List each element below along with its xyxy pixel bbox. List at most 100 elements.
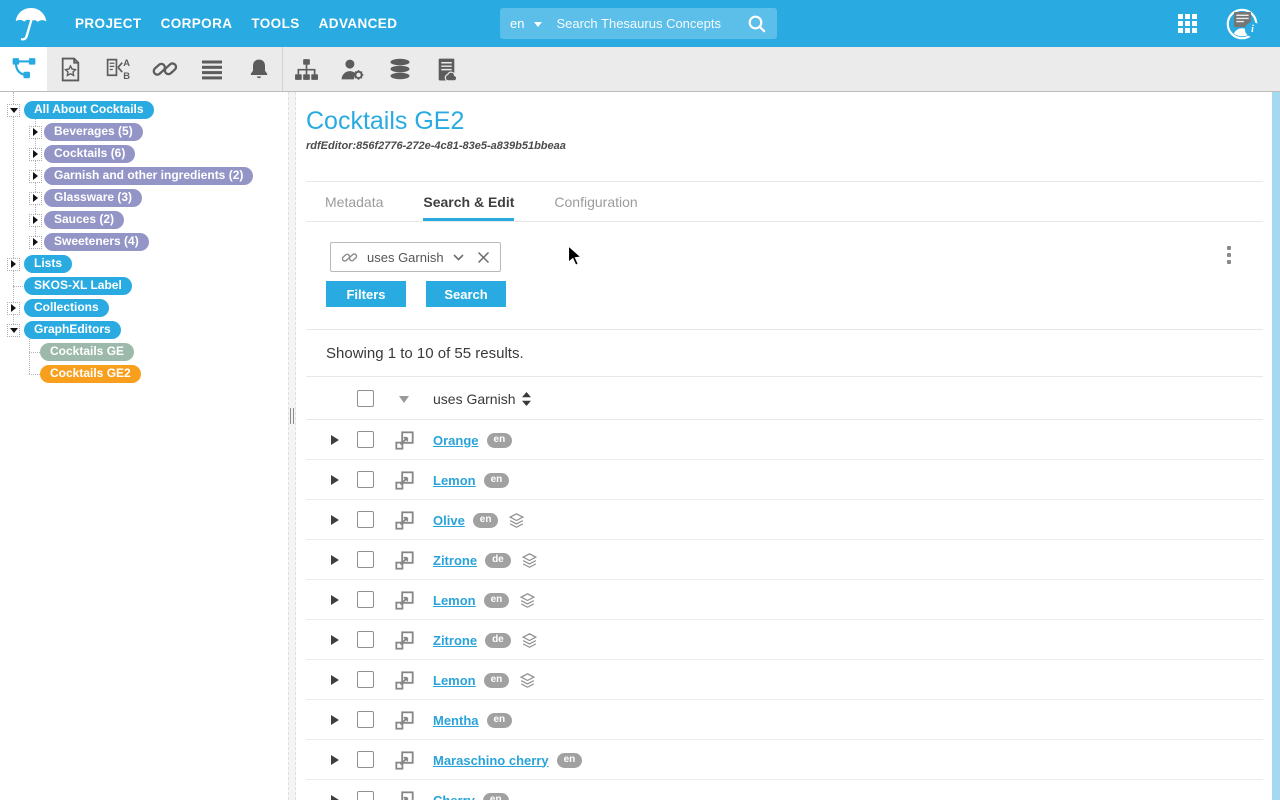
- chevron-down-icon[interactable]: [453, 254, 464, 261]
- filters-button[interactable]: Filters: [326, 281, 406, 307]
- row-checkbox[interactable]: [357, 511, 374, 528]
- tab-search-edit[interactable]: Search & Edit: [423, 182, 514, 221]
- menu-item-advanced[interactable]: ADVANCED: [319, 16, 398, 31]
- tree-expander-closed[interactable]: [29, 192, 42, 205]
- expand-row-icon[interactable]: [331, 795, 339, 800]
- panel-splitter[interactable]: [288, 92, 296, 800]
- sitemap-button[interactable]: [282, 47, 329, 91]
- tree-item-garnish-and-other-ingredients-2[interactable]: Garnish and other ingredients (2): [44, 167, 253, 185]
- row-checkbox[interactable]: [357, 791, 374, 800]
- server-button[interactable]: [423, 47, 470, 91]
- document-star-button[interactable]: [47, 47, 94, 91]
- tree-item-glassware-3[interactable]: Glassware (3): [44, 189, 142, 207]
- database-button[interactable]: [376, 47, 423, 91]
- open-in-graph-icon[interactable]: [394, 550, 415, 571]
- tree-item-sweeteners-4[interactable]: Sweeteners (4): [44, 233, 149, 251]
- concept-link[interactable]: Mentha: [433, 713, 479, 728]
- vertical-scrollbar[interactable]: [1272, 92, 1280, 800]
- expand-row-icon[interactable]: [331, 755, 339, 765]
- row-checkbox[interactable]: [357, 551, 374, 568]
- chevron-down-icon[interactable]: [534, 22, 542, 27]
- layers-icon: [508, 512, 525, 529]
- link-button[interactable]: [141, 47, 188, 91]
- tree-item-grapheditors[interactable]: GraphEditors: [24, 321, 121, 339]
- open-in-graph-icon[interactable]: [394, 710, 415, 731]
- user-settings-button[interactable]: [329, 47, 376, 91]
- tree-item-collections[interactable]: Collections: [24, 299, 109, 317]
- row-checkbox[interactable]: [357, 591, 374, 608]
- expand-row-icon[interactable]: [331, 515, 339, 525]
- concept-link[interactable]: Maraschino cherry: [433, 753, 549, 768]
- menu-item-tools[interactable]: TOOLS: [251, 16, 299, 31]
- tree-item-skos-xl-label[interactable]: SKOS-XL Label: [24, 277, 132, 295]
- tree-expander-closed[interactable]: [29, 148, 42, 161]
- open-in-graph-icon[interactable]: [394, 670, 415, 691]
- bulk-actions-dropdown-icon[interactable]: [399, 396, 409, 403]
- concept-link[interactable]: Orange: [433, 433, 479, 448]
- notifications-button[interactable]: [235, 47, 282, 91]
- document-compare-button[interactable]: AB: [94, 47, 141, 91]
- concept-link[interactable]: Lemon: [433, 673, 476, 688]
- thesaurus-search-input[interactable]: [556, 16, 743, 31]
- language-badge: de: [485, 553, 511, 568]
- tree-expander-open[interactable]: [7, 324, 20, 337]
- concept-link[interactable]: Zitrone: [433, 633, 477, 648]
- open-in-graph-icon[interactable]: [394, 510, 415, 531]
- open-in-graph-icon[interactable]: [394, 750, 415, 771]
- row-checkbox[interactable]: [357, 751, 374, 768]
- concept-link[interactable]: Lemon: [433, 473, 476, 488]
- filter-chip[interactable]: uses Garnish: [330, 242, 501, 272]
- search-button[interactable]: Search: [426, 281, 506, 307]
- open-in-graph-icon[interactable]: [394, 590, 415, 611]
- expand-row-icon[interactable]: [331, 635, 339, 645]
- search-language-selector[interactable]: en: [510, 16, 524, 31]
- tree-item-cocktails-ge2[interactable]: Cocktails GE2: [40, 365, 141, 383]
- expand-row-icon[interactable]: [331, 675, 339, 685]
- row-checkbox[interactable]: [357, 631, 374, 648]
- list-button[interactable]: [188, 47, 235, 91]
- tree-expander-closed[interactable]: [29, 214, 42, 227]
- select-all-checkbox[interactable]: [357, 390, 374, 407]
- tab-configuration[interactable]: Configuration: [554, 182, 637, 221]
- tree-expander-closed[interactable]: [7, 258, 20, 271]
- tree-expander-closed[interactable]: [7, 302, 20, 315]
- expand-row-icon[interactable]: [331, 475, 339, 485]
- search-icon[interactable]: [747, 14, 767, 34]
- expand-row-icon[interactable]: [331, 715, 339, 725]
- concept-link[interactable]: Cherry: [433, 793, 475, 800]
- tree-expander-closed[interactable]: [29, 170, 42, 183]
- open-in-graph-icon[interactable]: [394, 430, 415, 451]
- open-in-graph-icon[interactable]: [394, 790, 415, 800]
- concept-link[interactable]: Lemon: [433, 593, 476, 608]
- info-panel-button[interactable]: i: [1232, 11, 1256, 33]
- tree-item-all-about-cocktails[interactable]: All About Cocktails: [24, 101, 154, 119]
- open-in-graph-icon[interactable]: [394, 470, 415, 491]
- open-in-graph-icon[interactable]: [394, 630, 415, 651]
- sort-icon[interactable]: [522, 392, 531, 406]
- tree-item-beverages-5[interactable]: Beverages (5): [44, 123, 143, 141]
- tree-item-cocktails-6[interactable]: Cocktails (6): [44, 145, 135, 163]
- tree-item-lists[interactable]: Lists: [24, 255, 72, 273]
- expand-row-icon[interactable]: [331, 595, 339, 605]
- expand-row-icon[interactable]: [331, 555, 339, 565]
- expand-row-icon[interactable]: [331, 435, 339, 445]
- menu-item-project[interactable]: PROJECT: [75, 16, 142, 31]
- row-checkbox[interactable]: [357, 711, 374, 728]
- apps-grid-icon[interactable]: [1178, 14, 1197, 33]
- more-options-button[interactable]: [1221, 244, 1237, 266]
- tree-item-cocktails-ge[interactable]: Cocktails GE: [40, 343, 134, 361]
- row-checkbox[interactable]: [357, 671, 374, 688]
- concept-link[interactable]: Olive: [433, 513, 465, 528]
- row-checkbox[interactable]: [357, 471, 374, 488]
- umbrella-logo-icon[interactable]: [12, 4, 50, 44]
- close-icon[interactable]: [477, 251, 490, 264]
- concept-link[interactable]: Zitrone: [433, 553, 477, 568]
- graph-editor-button[interactable]: [0, 47, 47, 91]
- menu-item-corpora[interactable]: CORPORA: [161, 16, 233, 31]
- tree-expander-closed[interactable]: [29, 236, 42, 249]
- tree-expander-closed[interactable]: [29, 126, 42, 139]
- tree-expander-open[interactable]: [7, 104, 20, 117]
- tab-metadata[interactable]: Metadata: [325, 182, 383, 221]
- row-checkbox[interactable]: [357, 431, 374, 448]
- tree-item-sauces-2[interactable]: Sauces (2): [44, 211, 124, 229]
